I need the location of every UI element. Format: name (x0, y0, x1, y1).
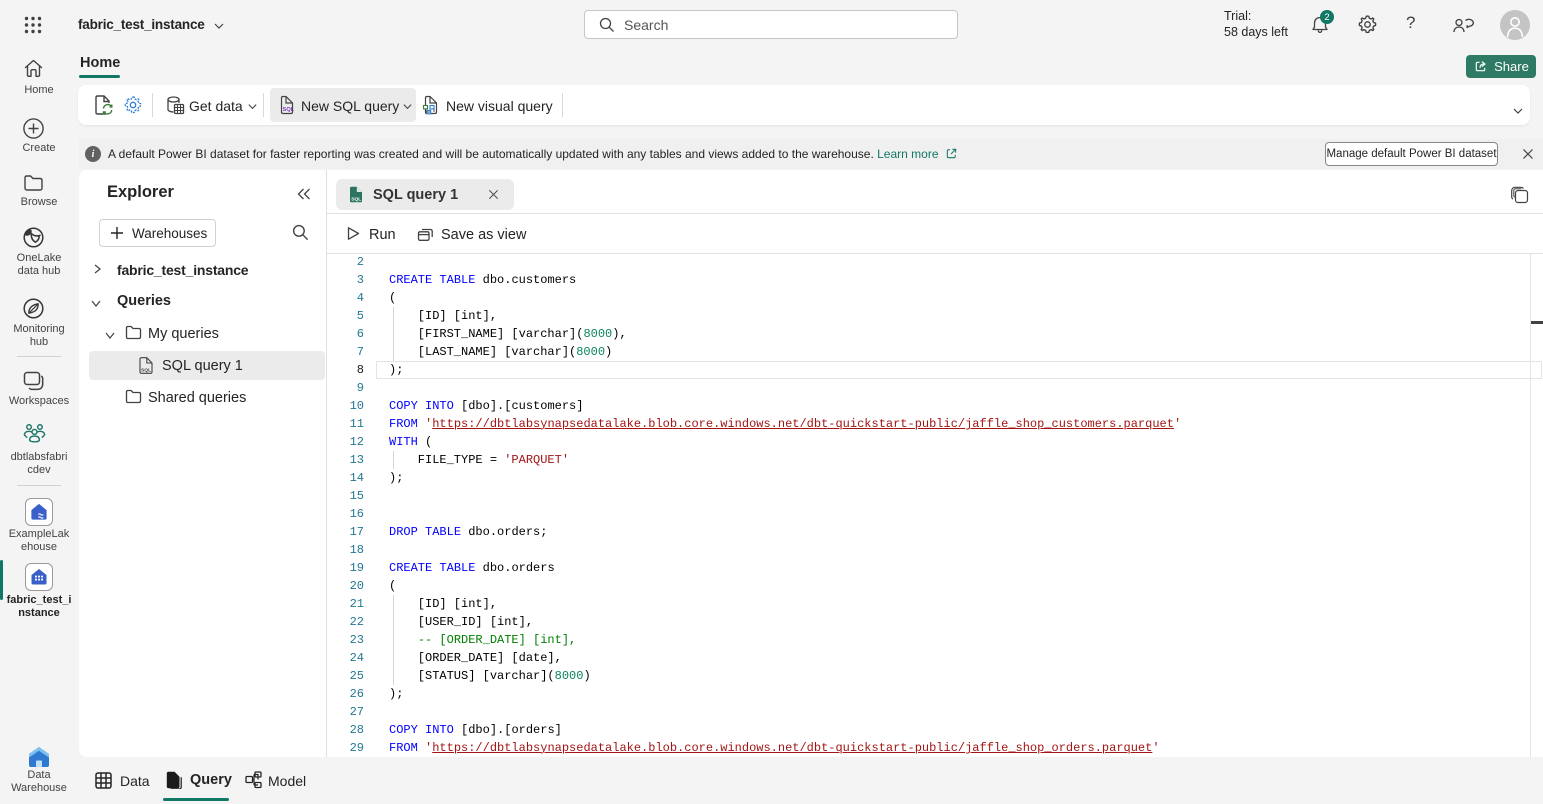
svg-text:SQL: SQL (283, 107, 295, 113)
svg-text:SQL: SQL (141, 367, 151, 373)
svg-text:SQL: SQL (351, 197, 361, 203)
